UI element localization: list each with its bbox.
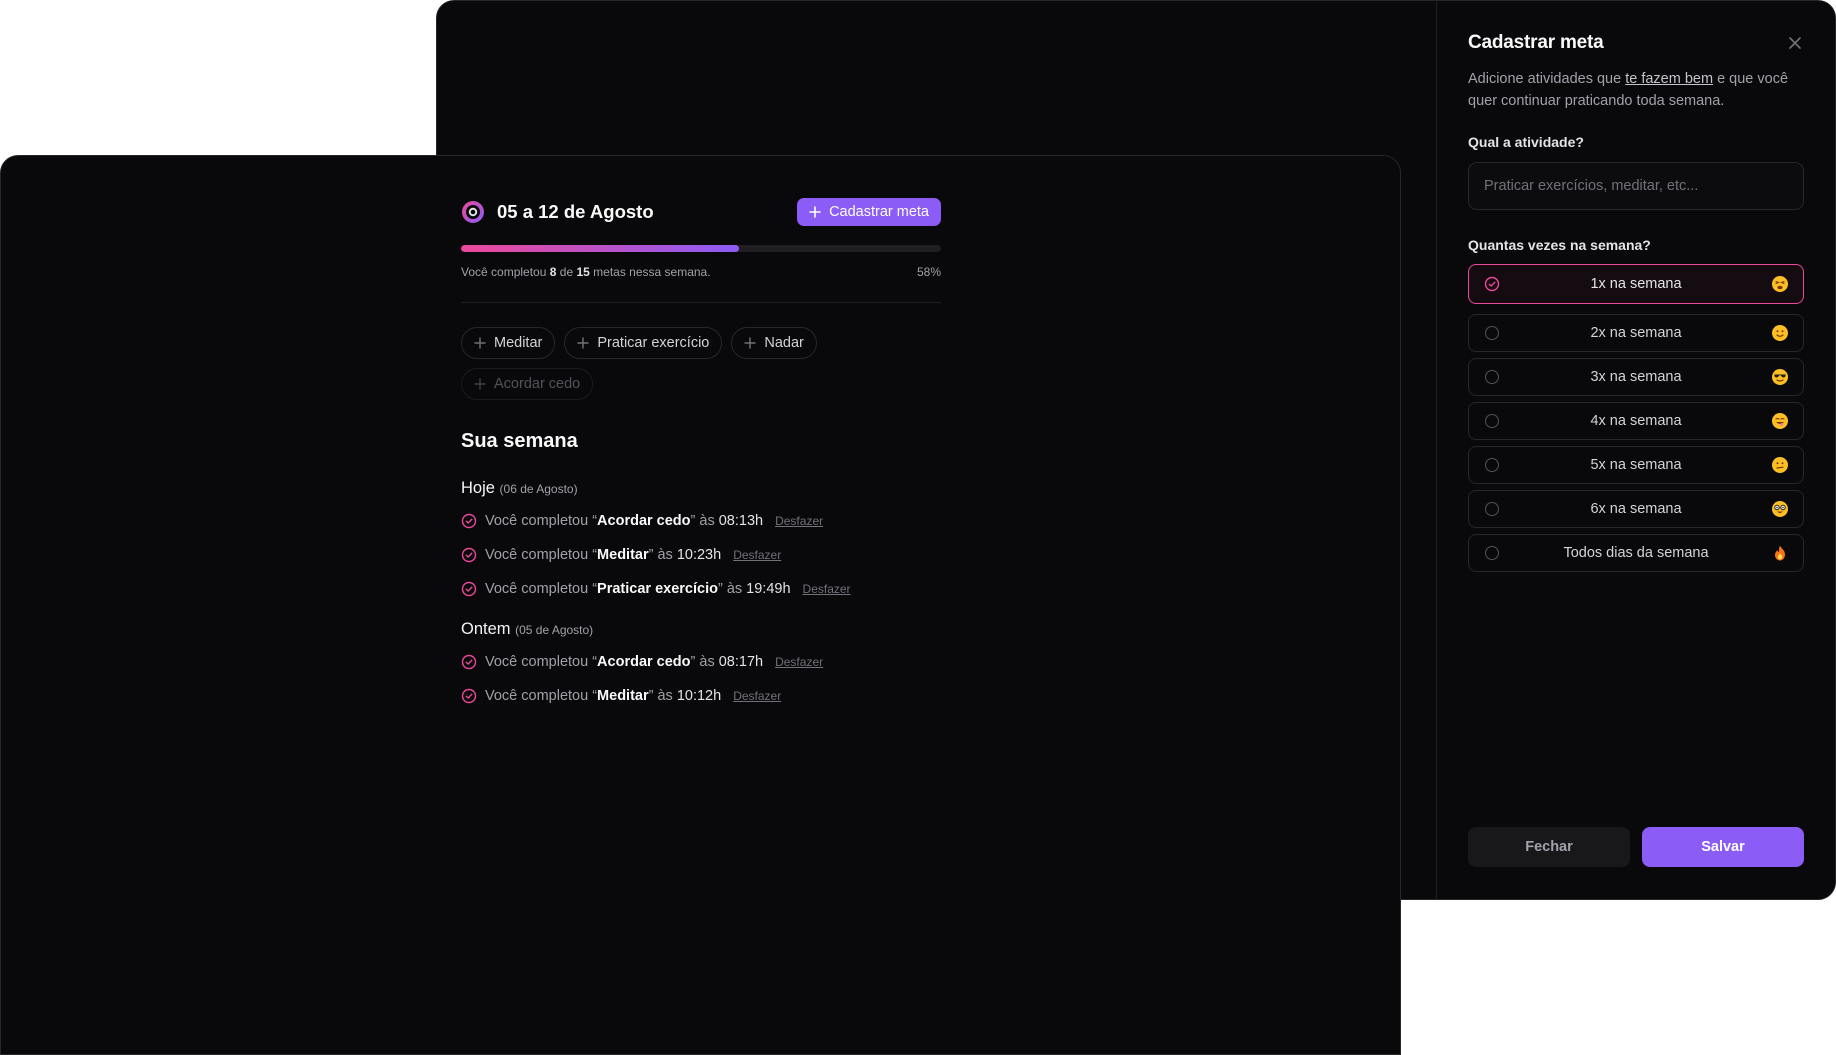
- completion-entry: Você completou “Acordar cedo” às 08:17h …: [461, 653, 941, 671]
- frequency-label: Quantas vezes na semana?: [1468, 237, 1651, 253]
- day-entries: Você completou “Acordar cedo” às 08:13h …: [461, 512, 941, 598]
- frequency-option-4x[interactable]: 4x na semana: [1468, 402, 1804, 440]
- completion-entry: Você completou “Meditar” às 10:12h Desfa…: [461, 687, 941, 705]
- add-goal-button[interactable]: Cadastrar meta: [797, 198, 941, 226]
- undo-link[interactable]: Desfazer: [775, 655, 823, 669]
- app-logo-icon: [462, 201, 484, 223]
- close-icon[interactable]: [1785, 33, 1805, 53]
- drawer-description: Adicione atividades que te fazem bem e q…: [1468, 71, 1789, 109]
- radio-icon: [1485, 370, 1499, 384]
- undo-link[interactable]: Desfazer: [733, 548, 781, 562]
- radio-icon: [1485, 502, 1499, 516]
- summary-header: 05 a 12 de Agosto Cadastrar meta: [461, 198, 941, 226]
- chip-label: Praticar exercício: [597, 335, 710, 351]
- check-circle-icon: [461, 547, 477, 563]
- check-circle-icon: [461, 513, 477, 529]
- day-entries: Você completou “Acordar cedo” às 08:17h …: [461, 653, 941, 705]
- drawer-title: Cadastrar meta: [1468, 32, 1604, 53]
- chip-label: Nadar: [764, 335, 804, 351]
- plus-icon: [474, 378, 486, 390]
- quick-goal-chips: Meditar Praticar exercício Nadar Acordar…: [461, 327, 941, 400]
- day-date: (05 de Agosto): [515, 623, 594, 637]
- undo-link[interactable]: Desfazer: [803, 582, 851, 596]
- add-goal-label: Cadastrar meta: [829, 204, 929, 220]
- chip-label: Meditar: [494, 335, 543, 351]
- radio-icon: [1485, 546, 1499, 560]
- completed-count: 8: [549, 265, 557, 279]
- sunglasses-face-emoji-icon: [1772, 369, 1788, 385]
- quick-goal-acordar-cedo: Acordar cedo: [461, 368, 594, 400]
- option-label: 5x na semana: [1590, 457, 1682, 473]
- undo-link[interactable]: Desfazer: [733, 689, 781, 703]
- check-circle-icon: [461, 654, 477, 670]
- completion-entry: Você completou “Praticar exercício” às 1…: [461, 580, 941, 598]
- option-label: Todos dias da semana: [1563, 545, 1709, 561]
- undo-link[interactable]: Desfazer: [775, 514, 823, 528]
- weekly-summary: 05 a 12 de Agosto Cadastrar meta Você co…: [461, 198, 941, 705]
- check-circle-icon: [461, 581, 477, 597]
- quick-goal-nadar[interactable]: Nadar: [731, 327, 817, 359]
- plus-icon: [577, 337, 590, 349]
- nerd-face-emoji-icon: [1772, 501, 1788, 517]
- day-date: (06 de Agosto): [499, 482, 578, 496]
- progress-text: Você completou 8 de 15 metas nessa seman…: [461, 265, 711, 279]
- slightly-smiling-face-emoji-icon: [1772, 325, 1788, 341]
- option-label: 3x na semana: [1590, 369, 1682, 385]
- progress-bar: [461, 245, 941, 252]
- grimacing-face-emoji-icon: [1772, 457, 1788, 473]
- close-button[interactable]: Fechar: [1468, 827, 1630, 867]
- frequency-options: 1x na semana 2x na semana 3x na semana 4…: [1468, 264, 1804, 572]
- progress-fill: [461, 245, 740, 252]
- frequency-option-2x[interactable]: 2x na semana: [1468, 314, 1804, 352]
- plus-icon: [474, 337, 486, 349]
- week-range-title: 05 a 12 de Agosto: [497, 201, 654, 222]
- drawer-footer: Fechar Salvar: [1468, 827, 1804, 867]
- radio-icon: [1485, 326, 1499, 340]
- option-label: 4x na semana: [1590, 413, 1682, 429]
- section-title: Sua semana: [461, 430, 578, 452]
- desc-highlight: te fazem bem: [1625, 71, 1714, 87]
- day-heading-yesterday: Ontem (05 de Agosto): [461, 620, 594, 638]
- frequency-option-6x[interactable]: 6x na semana: [1468, 490, 1804, 528]
- frequency-option-1x[interactable]: 1x na semana: [1468, 264, 1804, 304]
- total-count: 15: [576, 265, 590, 279]
- frequency-option-everyday[interactable]: Todos dias da semana: [1468, 534, 1804, 572]
- progress-percent: 58%: [916, 265, 941, 279]
- completion-entry: Você completou “Acordar cedo” às 08:13h …: [461, 512, 941, 530]
- radio-icon: [1485, 458, 1499, 472]
- activity-label: Qual a atividade?: [1468, 134, 1584, 150]
- frequency-option-3x[interactable]: 3x na semana: [1468, 358, 1804, 396]
- create-goal-drawer: Cadastrar meta Adicione atividades que t…: [1436, 1, 1835, 899]
- option-label: 1x na semana: [1590, 276, 1682, 292]
- completion-entry: Você completou “Meditar” às 10:23h Desfa…: [461, 546, 941, 564]
- frequency-option-5x[interactable]: 5x na semana: [1468, 446, 1804, 484]
- check-circle-icon: [461, 688, 477, 704]
- quick-goal-meditar[interactable]: Meditar: [461, 327, 556, 359]
- divider: [461, 302, 941, 303]
- dashboard-window: 05 a 12 de Agosto Cadastrar meta Você co…: [0, 155, 1401, 1055]
- quick-goal-praticar-exercicio[interactable]: Praticar exercício: [564, 327, 723, 359]
- tongue-out-face-emoji-icon: [1772, 413, 1788, 429]
- tired-face-emoji-icon: [1772, 276, 1788, 292]
- radio-icon: [1485, 414, 1499, 428]
- day-heading-today: Hoje (06 de Agosto): [461, 479, 578, 497]
- plus-icon: [809, 206, 821, 218]
- save-button[interactable]: Salvar: [1642, 827, 1804, 867]
- progress-info: Você completou 8 de 15 metas nessa seman…: [461, 265, 941, 279]
- activity-input[interactable]: [1468, 162, 1804, 210]
- fire-emoji-icon: [1775, 545, 1785, 561]
- check-circle-icon: [1484, 276, 1500, 292]
- chip-label: Acordar cedo: [494, 376, 581, 392]
- plus-icon: [744, 337, 757, 349]
- option-label: 2x na semana: [1590, 325, 1682, 341]
- option-label: 6x na semana: [1590, 501, 1682, 517]
